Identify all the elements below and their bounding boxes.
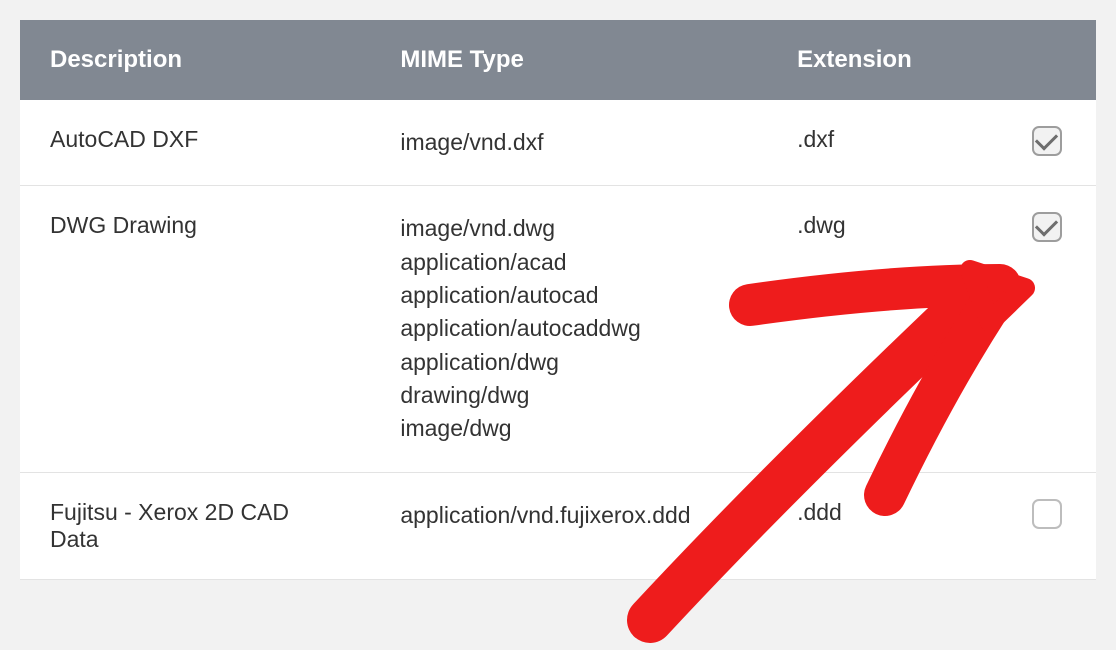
header-checkbox (1002, 20, 1096, 100)
header-extension: Extension (767, 20, 1002, 100)
cell-checkbox (1002, 472, 1096, 579)
checkbox-dxf[interactable] (1032, 126, 1062, 156)
cell-extension: .dwg (767, 186, 1002, 472)
table-row: Fujitsu - Xerox 2D CAD Data application/… (20, 472, 1096, 579)
mime-entry: application/acad (400, 246, 737, 279)
table-header: Description MIME Type Extension (20, 20, 1096, 100)
cell-checkbox (1002, 100, 1096, 186)
header-mime: MIME Type (370, 20, 767, 100)
file-types-table: Description MIME Type Extension AutoCAD … (20, 20, 1096, 580)
table-row: DWG Drawing image/vnd.dwg application/ac… (20, 186, 1096, 472)
mime-entry: drawing/dwg (400, 379, 737, 412)
mime-entry: application/dwg (400, 346, 737, 379)
mime-entry: application/autocad (400, 279, 737, 312)
checkbox-ddd[interactable] (1032, 499, 1062, 529)
cell-mime: application/vnd.fujixerox.ddd (370, 472, 767, 579)
mime-entry: application/autocaddwg (400, 312, 737, 345)
checkbox-dwg[interactable] (1032, 212, 1062, 242)
cell-extension: .dxf (767, 100, 1002, 186)
cell-description: Fujitsu - Xerox 2D CAD Data (20, 472, 370, 579)
cell-checkbox (1002, 186, 1096, 472)
cell-mime: image/vnd.dxf (370, 100, 767, 186)
mime-entry: application/vnd.fujixerox.ddd (400, 499, 737, 532)
cell-extension: .ddd (767, 472, 1002, 579)
mime-entry: image/vnd.dxf (400, 126, 737, 159)
cell-mime: image/vnd.dwg application/acad applicati… (370, 186, 767, 472)
cell-description: DWG Drawing (20, 186, 370, 472)
table-row: AutoCAD DXF image/vnd.dxf .dxf (20, 100, 1096, 186)
cell-description: AutoCAD DXF (20, 100, 370, 186)
mime-entry: image/dwg (400, 412, 737, 445)
header-description: Description (20, 20, 370, 100)
mime-entry: image/vnd.dwg (400, 212, 737, 245)
